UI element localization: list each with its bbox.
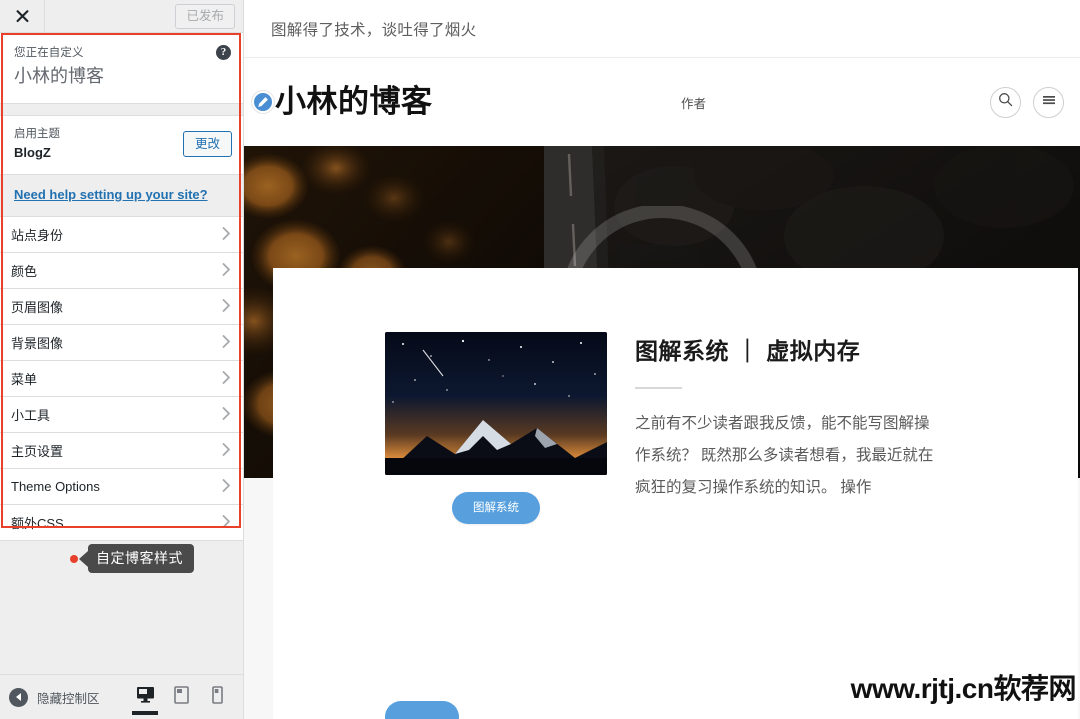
customizing-site-name: 小林的博客 [14, 66, 104, 86]
header-actions [990, 86, 1064, 118]
content-card: 图解系统 图解系统 ｜ 虚拟内存 之前有不少读者跟我反馈，能不能写图解操作系统？… [273, 268, 1078, 719]
sidebar-item-theme-options[interactable]: Theme Options [0, 469, 243, 505]
next-article-category-pill[interactable] [385, 701, 459, 719]
article-list-item: 图解系统 图解系统 ｜ 虚拟内存 之前有不少读者跟我反馈，能不能写图解操作系统？… [273, 268, 1078, 524]
article-body: 图解系统 ｜ 虚拟内存 之前有不少读者跟我反馈，能不能写图解操作系统？ 既然那么… [635, 332, 1052, 504]
edit-pencil-icon[interactable] [252, 91, 274, 113]
annotation-callout: 自定博客样式 [70, 544, 194, 573]
chevron-right-icon [222, 406, 231, 423]
collapse-sidebar-label: 隐藏控制区 [37, 691, 100, 706]
menu-button[interactable] [1033, 86, 1064, 118]
sidebar-item-label: 背景图像 [11, 336, 64, 351]
annotation-text: 自定博客样式 [88, 544, 194, 573]
site-header: 小林的博客 作者 [244, 58, 1080, 146]
tablet-icon [173, 685, 189, 709]
customizer-app: 已发布 您正在自定义 小林的博客 ? 启用主题 BlogZ 更改 Need he… [0, 0, 1080, 719]
collapse-arrow-icon [9, 687, 28, 707]
sidebar-item-homepage-settings[interactable]: 主页设置 [0, 433, 243, 469]
sidebar-item-widgets[interactable]: 小工具 [0, 397, 243, 433]
publish-button[interactable]: 已发布 [175, 4, 235, 29]
chevron-right-icon [222, 442, 231, 459]
article-title[interactable]: 图解系统 ｜ 虚拟内存 [635, 336, 1052, 366]
chevron-right-icon [222, 226, 231, 243]
customizing-kicker: 您正在自定义 [14, 47, 84, 59]
mobile-icon [211, 685, 223, 709]
device-preview-tablet[interactable] [163, 675, 199, 719]
device-preview-switcher [127, 675, 235, 719]
site-tagline-bar: 图解得了技术，谈吐得了烟火 [244, 0, 1080, 58]
article-thumbnail-wrap: 图解系统 [385, 332, 607, 524]
panel-spacer [0, 104, 243, 115]
image-source-watermark: www.rjtj.cn软荐网 [850, 673, 1077, 704]
sidebar-item-label: 站点身份 [11, 228, 64, 243]
customizer-footer: 隐藏控制区 [0, 674, 243, 719]
sidebar-item-background-image[interactable]: 背景图像 [0, 325, 243, 361]
chevron-right-icon [222, 370, 231, 387]
change-theme-button[interactable]: 更改 [182, 131, 232, 157]
night-mountain-image [385, 332, 607, 475]
annotation-arrow-icon [79, 550, 88, 567]
nav-item-author[interactable]: 作者 [681, 93, 706, 112]
customizer-panel-scroll[interactable]: 您正在自定义 小林的博客 ? 启用主题 BlogZ 更改 Need help s… [0, 33, 243, 674]
active-theme-section: 启用主题 BlogZ 更改 [0, 115, 243, 175]
desktop-icon [136, 686, 155, 708]
sidebar-item-site-identity[interactable]: 站点身份 [0, 217, 243, 253]
sidebar-item-label: 小工具 [11, 408, 51, 423]
sidebar-item-label: 颜色 [11, 264, 38, 279]
article-thumbnail[interactable] [385, 332, 607, 475]
site-tagline: 图解得了技术，谈吐得了烟火 [271, 21, 477, 39]
chevron-right-icon [222, 478, 231, 495]
sidebar-item-header-image[interactable]: 页眉图像 [0, 289, 243, 325]
chevron-right-icon [222, 514, 231, 531]
chevron-right-icon [222, 334, 231, 351]
search-icon [998, 92, 1013, 112]
setup-help-link[interactable]: Need help setting up your site? [14, 187, 208, 202]
article-excerpt: 之前有不少读者跟我反馈，能不能写图解操作系统？ 既然那么多读者想看，我最近就在疯… [635, 415, 934, 496]
search-button[interactable] [990, 86, 1021, 118]
close-customizer-button[interactable] [0, 0, 45, 32]
article-divider [635, 387, 682, 389]
sidebar-item-label: Theme Options [11, 479, 100, 494]
hamburger-menu-icon [1042, 93, 1056, 111]
customizing-header: 您正在自定义 小林的博客 ? [0, 33, 243, 104]
sidebar-item-label: 额外CSS [11, 516, 64, 531]
chevron-right-icon [222, 298, 231, 315]
device-preview-mobile[interactable] [199, 675, 235, 719]
sidebar-item-colors[interactable]: 颜色 [0, 253, 243, 289]
sidebar-item-label: 菜单 [11, 372, 38, 387]
close-icon [16, 9, 29, 23]
site-branding: 小林的博客 [252, 84, 433, 120]
collapse-sidebar-button[interactable]: 隐藏控制区 [0, 687, 100, 707]
annotation-dot-icon [70, 554, 78, 563]
help-icon[interactable]: ? [216, 45, 231, 60]
customizer-sidebar: 已发布 您正在自定义 小林的博客 ? 启用主题 BlogZ 更改 Need he… [0, 0, 244, 719]
device-preview-desktop[interactable] [127, 675, 163, 719]
sidebar-item-label: 页眉图像 [11, 300, 64, 315]
setup-help-section: Need help setting up your site? [0, 175, 243, 217]
customizer-topbar: 已发布 [0, 0, 243, 33]
chevron-right-icon [222, 262, 231, 279]
article-category-pill[interactable]: 图解系统 [452, 492, 540, 524]
sidebar-item-label: 主页设置 [11, 444, 64, 459]
sidebar-item-menus[interactable]: 菜单 [0, 361, 243, 397]
site-preview-frame[interactable]: 图解得了技术，谈吐得了烟火 小林的博客 作者 图解系统 图解系统 ｜ 虚拟内存 … [244, 0, 1080, 719]
customizer-panel-list: 站点身份 颜色 页眉图像 背景图像 菜单 小工具 主页设置 Theme Opti… [0, 217, 243, 541]
sidebar-item-additional-css[interactable]: 额外CSS [0, 505, 243, 541]
site-title[interactable]: 小林的博客 [275, 84, 433, 120]
